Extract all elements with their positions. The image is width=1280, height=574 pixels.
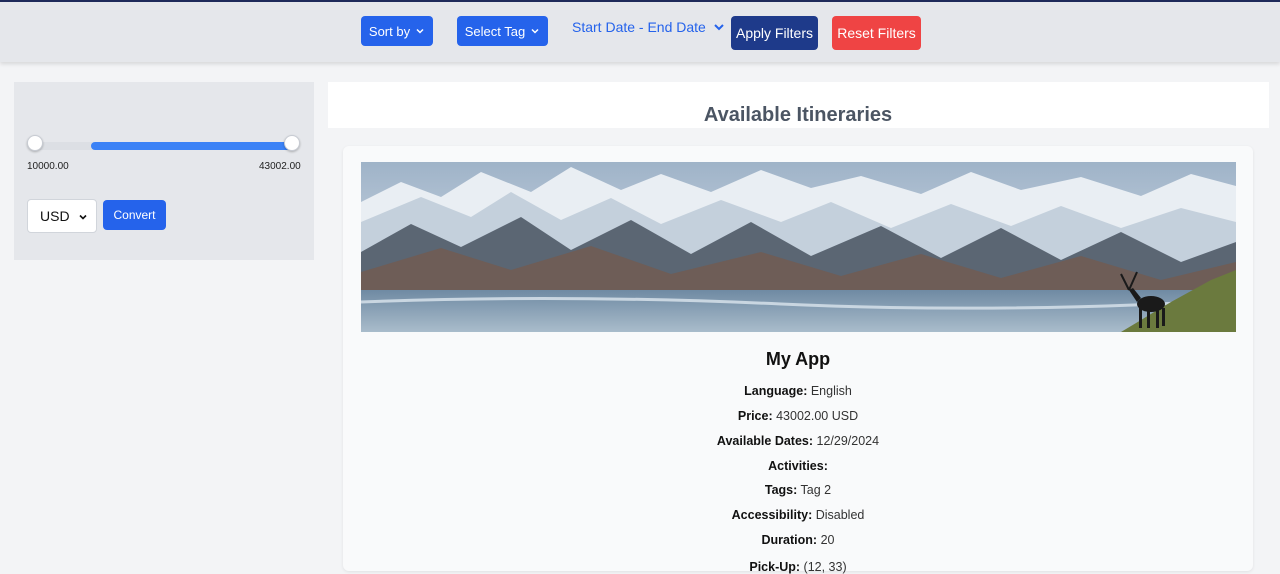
sort-by-button[interactable]: Sort by	[361, 16, 433, 46]
detail-label: Accessibility:	[731, 508, 813, 522]
chevron-down-icon	[531, 28, 539, 34]
detail-activities: Activities:	[343, 459, 1253, 473]
price-min-label: 10000.00	[27, 161, 69, 172]
select-tag-label: Select Tag	[464, 23, 526, 39]
sidebar-filters: 10000.00 43002.00 USD Convert	[14, 82, 314, 260]
detail-label: Activities:	[768, 459, 828, 473]
sort-by-label: Sort by	[368, 23, 411, 39]
detail-label: Available Dates:	[716, 434, 814, 448]
itinerary-image	[361, 162, 1236, 332]
price-max-label: 43002.00	[259, 161, 301, 172]
detail-value: 20	[820, 533, 835, 547]
date-range-label: Start Date - End Date	[572, 19, 706, 35]
detail-label: Tags:	[764, 483, 798, 497]
chevron-down-icon	[714, 24, 724, 31]
convert-button[interactable]: Convert	[103, 200, 166, 230]
itinerary-card: My App Language: English Price: 43002.00…	[343, 146, 1253, 574]
detail-language: Language: English	[343, 384, 1253, 398]
price-slider-range	[91, 142, 294, 150]
currency-value: USD	[40, 208, 70, 224]
date-range-picker[interactable]: Start Date - End Date	[572, 17, 725, 37]
page-title: Available Itineraries	[703, 104, 893, 126]
select-tag-button[interactable]: Select Tag	[457, 16, 548, 46]
detail-available-dates: Available Dates: 12/29/2024	[343, 434, 1253, 448]
itineraries-header: Available Itineraries	[328, 82, 1269, 130]
itinerary-name: My App	[765, 349, 831, 369]
detail-label: Duration:	[761, 533, 818, 547]
detail-pick-up: Pick-Up: (12, 33)	[343, 560, 1253, 574]
reset-filters-button[interactable]: Reset Filters	[832, 16, 921, 50]
price-slider-min-handle[interactable]	[27, 135, 43, 151]
detail-value: Tag 2	[800, 483, 832, 497]
detail-value: 43002.00 USD	[776, 409, 859, 423]
detail-label: Price:	[737, 409, 773, 423]
detail-value: Disabled	[815, 508, 865, 522]
detail-price: Price: 43002.00 USD	[343, 409, 1253, 423]
detail-value: (12, 33)	[803, 560, 847, 574]
chevron-down-icon	[79, 214, 87, 220]
detail-accessibility: Accessibility: Disabled	[343, 508, 1253, 522]
detail-tags: Tags: Tag 2	[343, 483, 1253, 497]
currency-select[interactable]: USD	[27, 199, 97, 233]
detail-value: 12/29/2024	[816, 434, 880, 448]
apply-filters-button[interactable]: Apply Filters	[731, 16, 818, 50]
detail-label: Language:	[744, 384, 808, 398]
detail-label: Pick-Up:	[749, 560, 801, 574]
filter-toolbar: Sort by Select Tag Start Date - End Date…	[0, 0, 1280, 62]
detail-value: English	[810, 384, 852, 398]
price-slider-max-handle[interactable]	[284, 135, 300, 151]
detail-duration: Duration: 20	[343, 533, 1253, 547]
chevron-down-icon	[416, 28, 424, 34]
